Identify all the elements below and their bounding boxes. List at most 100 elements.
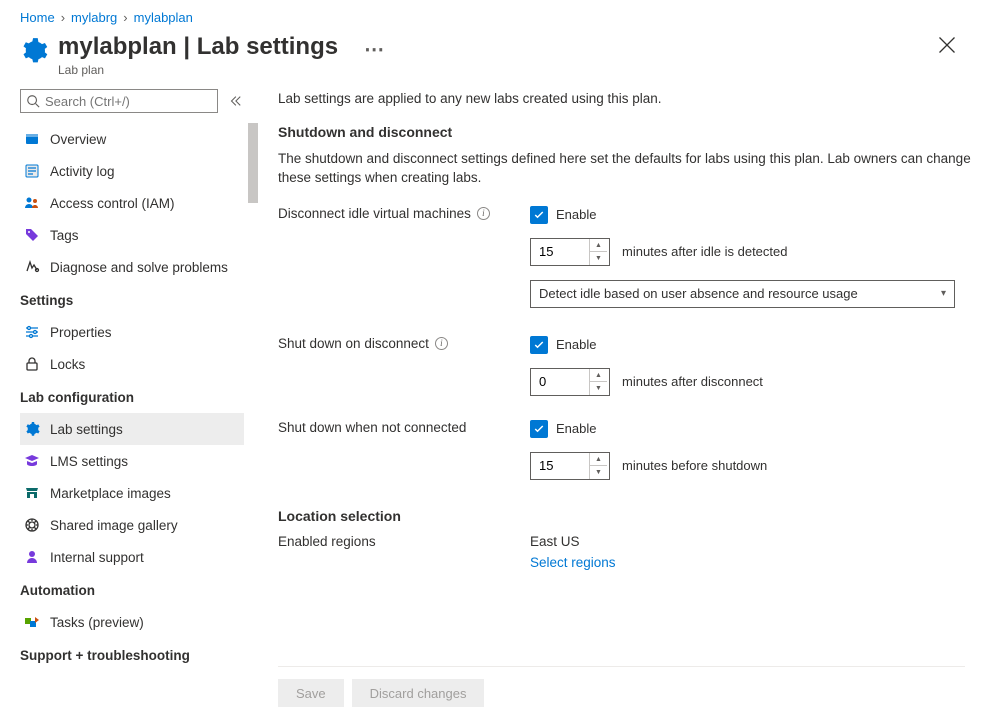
spin-down-button[interactable]: ▼ [590,382,607,395]
info-icon[interactable]: i [435,337,448,350]
scrollbar-thumb[interactable] [248,123,258,203]
marketplace-icon [24,485,40,501]
sidebar-item-label: Properties [50,325,112,340]
regions-value: East US [530,534,975,549]
select-regions-link[interactable]: Select regions [530,555,975,570]
chevron-down-icon: ▾ [941,288,946,299]
overview-icon [24,131,40,147]
row-disconnect-idle: Disconnect idle virtual machines i Enabl… [278,206,975,326]
support-icon [24,549,40,565]
field-label: Disconnect idle virtual machines [278,206,471,221]
sidebar-item-label: Shared image gallery [50,518,178,533]
sidebar-item-shared-gallery[interactable]: Shared image gallery [20,509,244,541]
sidebar-item-label: Internal support [50,550,144,565]
lock-icon [24,356,40,372]
enable-checkbox[interactable] [530,420,548,438]
idle-detection-dropdown[interactable]: Detect idle based on user absence and re… [530,280,955,308]
intro-text: Lab settings are applied to any new labs… [278,91,975,106]
field-label: Shut down on disconnect [278,336,429,351]
minutes-spinbox[interactable]: ▲ ▼ [530,368,610,396]
nav-group-lab-config: Lab configuration [20,380,244,413]
spin-up-button[interactable]: ▲ [590,369,607,383]
sidebar-item-label: Marketplace images [50,486,171,501]
section-shutdown-title: Shutdown and disconnect [278,124,975,140]
sidebar-item-properties[interactable]: Properties [20,316,244,348]
close-button[interactable] [937,35,957,55]
minutes-input[interactable] [531,369,589,395]
minutes-input[interactable] [531,453,589,479]
sidebar-item-lms-settings[interactable]: LMS settings [20,445,244,477]
section-shutdown-desc: The shutdown and disconnect settings def… [278,150,975,188]
minutes-suffix: minutes after idle is detected [622,244,787,259]
sidebar-item-access-control[interactable]: Access control (IAM) [20,187,244,219]
properties-icon [24,324,40,340]
sidebar-item-diagnose[interactable]: Diagnose and solve problems [20,251,244,283]
sidebar-item-locks[interactable]: Locks [20,348,244,380]
minutes-spinbox[interactable]: ▲ ▼ [530,452,610,480]
minutes-input[interactable] [531,239,589,265]
iam-icon [24,195,40,211]
sidebar-item-label: Locks [50,357,85,372]
tasks-icon [24,614,40,630]
footer: Save Discard changes [278,666,965,707]
field-label: Enabled regions [278,534,376,549]
page-subtitle: Lab plan [58,63,389,77]
enable-label: Enable [556,207,596,222]
breadcrumb-item[interactable]: mylabplan [134,10,193,25]
lms-icon [24,453,40,469]
sidebar-item-label: Diagnose and solve problems [50,260,228,275]
diagnose-icon [24,259,40,275]
sidebar-item-label: Overview [50,132,106,147]
sidebar-item-label: Tags [50,228,79,243]
breadcrumb-item[interactable]: mylabrg [71,10,117,25]
enable-label: Enable [556,337,596,352]
spin-down-button[interactable]: ▼ [590,252,607,265]
sidebar-item-label: Activity log [50,164,115,179]
sidebar-item-tags[interactable]: Tags [20,219,244,251]
nav-group-settings: Settings [20,283,244,316]
sidebar-item-marketplace[interactable]: Marketplace images [20,477,244,509]
nav-list: Overview Activity log Access control (IA… [20,123,258,707]
more-button[interactable]: ⋯ [360,37,389,62]
sidebar-item-internal-support[interactable]: Internal support [20,541,244,573]
gallery-icon [24,517,40,533]
page-title: mylabplan | Lab settings [58,33,338,61]
sidebar-item-label: Tasks (preview) [50,615,144,630]
sidebar: Overview Activity log Access control (IA… [0,89,258,709]
enable-label: Enable [556,421,596,436]
sidebar-item-tasks[interactable]: Tasks (preview) [20,606,244,638]
gear-icon [20,37,48,65]
dropdown-value: Detect idle based on user absence and re… [539,286,858,301]
minutes-suffix: minutes after disconnect [622,374,763,389]
sidebar-item-label: Lab settings [50,422,123,437]
search-icon [26,94,40,108]
nav-group-automation: Automation [20,573,244,606]
sidebar-item-label: Access control (IAM) [50,196,175,211]
save-button[interactable]: Save [278,679,344,707]
field-label: Shut down when not connected [278,420,466,435]
tag-icon [24,227,40,243]
sidebar-item-activity-log[interactable]: Activity log [20,155,244,187]
enable-checkbox[interactable] [530,336,548,354]
row-shutdown-not-connected: Shut down when not connected Enable ▲ [278,420,975,494]
row-enabled-regions: Enabled regions East US Select regions [278,534,975,570]
gear-icon [24,421,40,437]
section-location-title: Location selection [278,508,975,524]
row-shutdown-disconnect: Shut down on disconnect i Enable [278,336,975,410]
page-header: mylabplan | Lab settings ⋯ Lab plan [0,29,985,89]
sidebar-item-overview[interactable]: Overview [20,123,244,155]
minutes-suffix: minutes before shutdown [622,458,767,473]
spin-up-button[interactable]: ▲ [590,239,607,253]
enable-checkbox[interactable] [530,206,548,224]
search-input[interactable] [20,89,218,113]
spin-up-button[interactable]: ▲ [590,453,607,467]
minutes-spinbox[interactable]: ▲ ▼ [530,238,610,266]
sidebar-item-lab-settings[interactable]: Lab settings [20,413,244,445]
main-content: Lab settings are applied to any new labs… [258,89,985,709]
spin-down-button[interactable]: ▼ [590,466,607,479]
breadcrumb-item[interactable]: Home [20,10,55,25]
collapse-sidebar-button[interactable] [228,94,242,108]
discard-button[interactable]: Discard changes [352,679,485,707]
info-icon[interactable]: i [477,207,490,220]
breadcrumb: Home › mylabrg › mylabplan [0,0,985,29]
